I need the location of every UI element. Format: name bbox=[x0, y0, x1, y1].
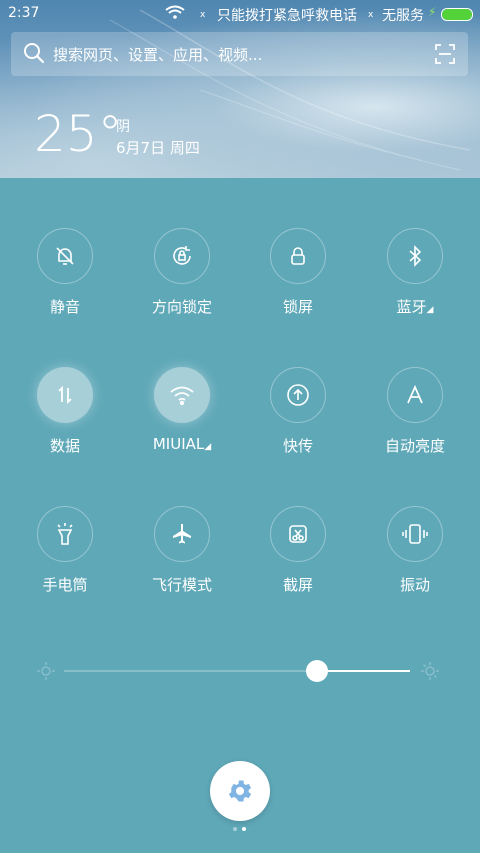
toggle-label: 快传 bbox=[282, 437, 313, 455]
flashlight-toggle-button[interactable] bbox=[37, 506, 93, 562]
toggle-mobile-data[interactable]: 数据 bbox=[10, 367, 120, 456]
bluetooth-label-text: 蓝牙 bbox=[396, 298, 427, 316]
airplane-toggle-button[interactable] bbox=[154, 506, 210, 562]
wifi-toggle-button[interactable] bbox=[154, 367, 210, 423]
mobile-data-toggle-button[interactable] bbox=[37, 367, 93, 423]
weather-header: 2:37 x 只能拨打紧急呼救电话 x 无服务 ⚡ 搜索网页、设置、应用、视频.… bbox=[0, 0, 480, 178]
toggle-label: 蓝牙◢ bbox=[360, 296, 470, 317]
toggle-silent[interactable]: 静音 bbox=[10, 228, 120, 317]
mobile-data-icon bbox=[58, 385, 72, 405]
submenu-indicator-icon: ◢ bbox=[204, 442, 212, 452]
toggle-label: 手电筒 bbox=[42, 576, 88, 594]
vibrate-toggle-button[interactable] bbox=[387, 506, 443, 562]
battery-level bbox=[442, 9, 472, 20]
battery-icon bbox=[441, 8, 473, 21]
weather-condition: 阴 bbox=[116, 119, 130, 135]
search-input[interactable]: 搜索网页、设置、应用、视频... bbox=[53, 44, 262, 65]
airplane-icon bbox=[173, 524, 191, 544]
temperature[interactable]: 25° bbox=[34, 106, 123, 162]
toggle-bluetooth[interactable]: 蓝牙◢ bbox=[360, 228, 470, 317]
no-service-text: 无服务 bbox=[382, 8, 424, 24]
bluetooth-icon bbox=[409, 245, 422, 267]
toggle-vibrate[interactable]: 振动 bbox=[360, 506, 470, 595]
status-time: 2:37 bbox=[8, 5, 40, 21]
silent-toggle-button[interactable] bbox=[37, 228, 93, 284]
brightness-low-icon bbox=[37, 662, 55, 684]
gear-icon bbox=[228, 780, 252, 802]
rotation-lock-icon bbox=[173, 246, 191, 265]
weather-date: 6月7日 周四 bbox=[116, 139, 200, 157]
vibrate-icon bbox=[402, 524, 428, 544]
toggle-rotation-lock[interactable]: 方向锁定 bbox=[127, 228, 237, 317]
emergency-calls-only-text: 只能拨打紧急呼救电话 bbox=[217, 8, 357, 24]
lock-icon bbox=[291, 247, 305, 265]
status-bar: 2:37 x 只能拨打紧急呼救电话 x 无服务 ⚡ bbox=[0, 0, 480, 28]
bluetooth-toggle-button[interactable] bbox=[387, 228, 443, 284]
toggle-lock-screen[interactable]: 锁屏 bbox=[243, 228, 353, 317]
wifi-label-text: MIUIAL bbox=[152, 435, 205, 453]
silent-bell-icon bbox=[56, 247, 74, 265]
search-icon bbox=[23, 42, 45, 68]
toggle-screenshot[interactable]: 截屏 bbox=[243, 506, 353, 595]
no-signal-x-icon: x bbox=[200, 10, 206, 20]
settings-button[interactable] bbox=[210, 761, 270, 821]
charging-icon: ⚡ bbox=[428, 5, 437, 19]
wifi-signal-icon bbox=[165, 5, 185, 23]
toggle-label: 振动 bbox=[399, 576, 430, 594]
toggle-label: 方向锁定 bbox=[151, 298, 212, 316]
quick-transfer-icon bbox=[287, 384, 309, 406]
wifi-icon bbox=[170, 386, 194, 406]
screenshot-icon bbox=[289, 525, 307, 543]
toggle-label: 静音 bbox=[49, 298, 80, 316]
brightness-slider-track[interactable] bbox=[64, 670, 317, 672]
toggle-airplane[interactable]: 飞行模式 bbox=[127, 506, 237, 595]
toggle-label: 截屏 bbox=[282, 576, 313, 594]
auto-brightness-toggle-button[interactable] bbox=[387, 367, 443, 423]
page-indicator-dot bbox=[233, 827, 237, 831]
search-bar[interactable]: 搜索网页、设置、应用、视频... bbox=[11, 32, 468, 76]
no-signal-x-icon: x bbox=[368, 10, 374, 20]
rotation-lock-toggle-button[interactable] bbox=[154, 228, 210, 284]
toggle-label: 锁屏 bbox=[282, 298, 313, 316]
screenshot-toggle-button[interactable] bbox=[270, 506, 326, 562]
toggle-quick-transfer[interactable]: 快传 bbox=[243, 367, 353, 456]
lock-screen-toggle-button[interactable] bbox=[270, 228, 326, 284]
brightness-slider-thumb[interactable] bbox=[305, 660, 328, 682]
quick-transfer-toggle-button[interactable] bbox=[270, 367, 326, 423]
submenu-indicator-icon: ◢ bbox=[426, 305, 434, 315]
scan-icon[interactable] bbox=[435, 44, 455, 68]
toggle-flashlight[interactable]: 手电筒 bbox=[10, 506, 120, 595]
page-indicator-dot-active bbox=[242, 827, 246, 831]
toggle-label: 数据 bbox=[49, 437, 80, 455]
brightness-slider-track-remaining[interactable] bbox=[316, 670, 410, 672]
toggle-label: 飞行模式 bbox=[151, 576, 212, 594]
brightness-high-icon bbox=[421, 662, 439, 684]
toggle-label: 自动亮度 bbox=[384, 437, 445, 455]
flashlight-icon bbox=[57, 523, 73, 545]
auto-brightness-icon bbox=[407, 384, 423, 404]
toggle-label: MIUIAL◢ bbox=[127, 435, 237, 453]
toggle-auto-brightness[interactable]: 自动亮度 bbox=[360, 367, 470, 456]
toggle-wifi[interactable]: MIUIAL◢ bbox=[127, 367, 237, 453]
